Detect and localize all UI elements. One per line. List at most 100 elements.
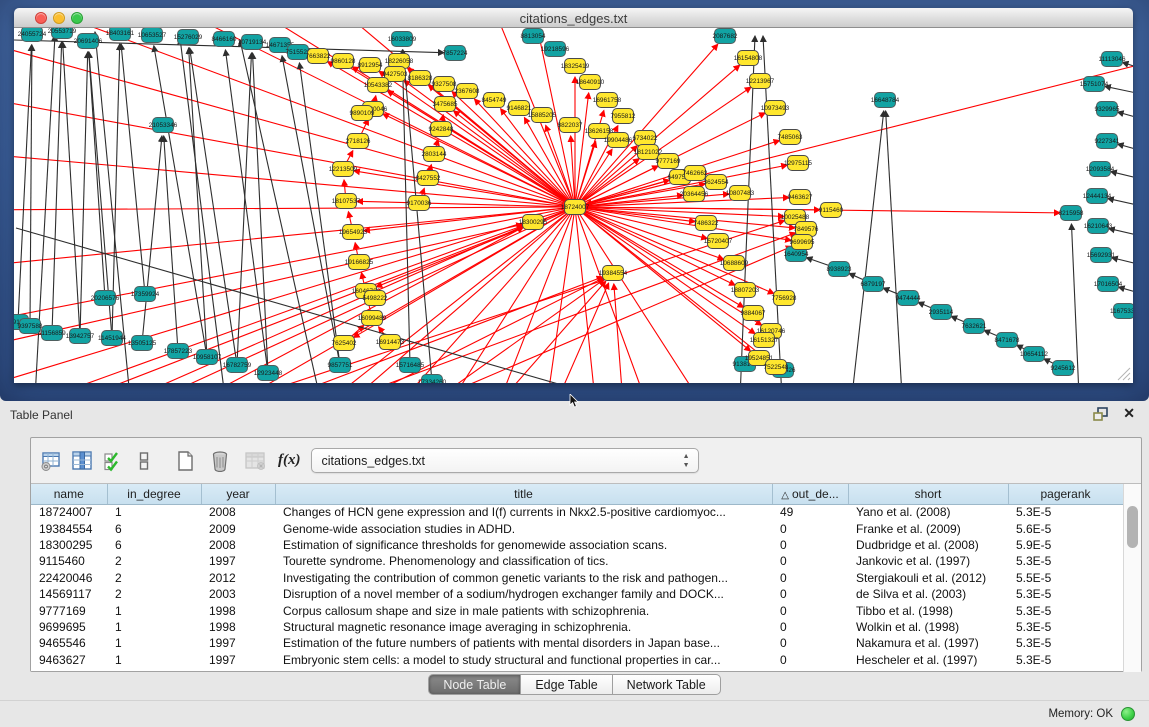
table-cell[interactable]: Franke et al. (2009) <box>848 520 1008 536</box>
network-node[interactable]: 9860128 <box>331 54 356 69</box>
table-cell[interactable]: 1997 <box>201 553 275 569</box>
column-header-name[interactable]: name <box>31 484 107 504</box>
citation-edge-black[interactable] <box>240 40 320 383</box>
citation-edge-red[interactable] <box>575 159 639 207</box>
table-cell[interactable]: 5.3E-5 <box>1008 586 1123 602</box>
network-node[interactable]: 18724007 <box>561 200 590 215</box>
table-cell[interactable]: 9777169 <box>31 602 107 618</box>
network-node[interactable]: 7663822 <box>306 49 331 64</box>
row-height-icon[interactable] <box>132 449 156 473</box>
network-node[interactable]: 2803144 <box>422 147 447 162</box>
citation-edge-red[interactable] <box>575 207 795 228</box>
network-node[interactable]: 16154808 <box>734 51 763 66</box>
network-node[interactable]: 10688609 <box>720 256 749 271</box>
table-cell[interactable]: 5.5E-5 <box>1008 570 1123 586</box>
table-cell[interactable]: Corpus callosum shape and size in male p… <box>275 602 772 618</box>
network-node[interactable]: 13505125 <box>128 336 157 351</box>
table-cell[interactable]: 0 <box>772 586 848 602</box>
table-cell[interactable]: 2 <box>107 586 201 602</box>
network-node[interactable]: 9890109 <box>350 106 375 121</box>
network-node[interactable]: 5498222 <box>363 291 388 306</box>
network-node[interactable]: 19384554 <box>599 266 628 281</box>
table-cell[interactable]: 1998 <box>201 602 275 618</box>
table-cell[interactable]: 9465546 <box>31 635 107 651</box>
memory-status-indicator[interactable] <box>1121 707 1135 721</box>
table-cell[interactable]: 6 <box>107 520 201 536</box>
table-cell[interactable]: Estimation of significance thresholds fo… <box>275 537 772 553</box>
network-node[interactable]: 9115460 <box>819 203 844 218</box>
network-node[interactable]: 15716485 <box>396 358 425 373</box>
citation-edge-red[interactable] <box>575 207 720 383</box>
table-cell[interactable]: Stergiakouli et al. (2012) <box>848 570 1008 586</box>
network-node[interactable]: 9170036 <box>407 196 432 211</box>
network-node[interactable]: 9242848 <box>429 122 454 137</box>
table-cell[interactable]: 0 <box>772 619 848 635</box>
network-node[interactable]: 8471678 <box>995 333 1020 348</box>
network-node[interactable]: 16210643 <box>1084 219 1113 234</box>
network-node[interactable]: 17016504 <box>1094 277 1123 292</box>
table-scrollbar-thumb[interactable] <box>1127 506 1138 548</box>
float-panel-icon[interactable] <box>1093 407 1109 421</box>
network-node[interactable]: 9329965 <box>1095 102 1120 117</box>
close-panel-icon[interactable]: ✕ <box>1123 405 1135 422</box>
table-cell[interactable]: 2009 <box>201 520 275 536</box>
column-header-title[interactable]: title <box>275 484 772 504</box>
network-node[interactable]: 19218596 <box>541 42 570 57</box>
table-cell[interactable]: 9463627 <box>31 652 107 668</box>
network-node[interactable]: 12093584 <box>1086 162 1115 177</box>
table-cell[interactable]: 2008 <box>201 504 275 520</box>
table-row[interactable]: 946362711997Embryonic stem cells: a mode… <box>31 652 1123 668</box>
citation-edge-black[interactable] <box>1105 86 1133 95</box>
citation-edge-black[interactable] <box>1108 198 1133 207</box>
table-cell[interactable]: 0 <box>772 652 848 668</box>
citation-edge-black[interactable] <box>253 53 268 373</box>
network-node[interactable]: 16648784 <box>871 93 900 108</box>
table-cell[interactable]: 0 <box>772 537 848 553</box>
network-node[interactable]: 7632621 <box>962 319 987 334</box>
table-cell[interactable]: Hescheler et al. (1997) <box>848 652 1008 668</box>
network-node[interactable]: 20364456 <box>680 187 709 202</box>
column-header-in_degree[interactable]: in_degree <box>107 484 201 504</box>
citation-edge-red[interactable] <box>575 207 600 383</box>
table-cell[interactable]: 9699695 <box>31 619 107 635</box>
table-cell[interactable]: Genome-wide association studies in ADHD. <box>275 520 772 536</box>
table-cell[interactable]: 1 <box>107 602 201 618</box>
citation-edge-red[interactable] <box>586 58 1133 204</box>
network-node[interactable]: 17359924 <box>131 287 160 302</box>
network-node[interactable]: 12444134 <box>1083 189 1112 204</box>
table-cell[interactable]: 1 <box>107 635 201 651</box>
network-node[interactable]: 12975115 <box>784 156 812 171</box>
citation-edge-black[interactable] <box>30 45 32 326</box>
network-node[interactable]: 12923448 <box>254 366 283 381</box>
network-node[interactable]: 9474444 <box>896 291 921 306</box>
table-row[interactable]: 2242004622012Investigating the contribut… <box>31 570 1123 586</box>
network-node[interactable]: 18807203 <box>731 283 760 298</box>
network-node[interactable]: 9245612 <box>1051 361 1076 376</box>
citation-edge-black[interactable] <box>852 111 884 383</box>
network-node[interactable]: 17334260 <box>418 375 447 384</box>
network-window-titlebar[interactable]: citations_edges.txt <box>14 8 1133 28</box>
network-node[interactable]: 3624554 <box>704 175 729 190</box>
citation-edge-black[interactable] <box>886 111 902 383</box>
network-node[interactable]: 9777169 <box>656 154 681 169</box>
new-table-icon[interactable] <box>173 449 197 473</box>
network-node[interactable]: 18403161 <box>106 28 135 41</box>
network-node[interactable]: 16033809 <box>388 32 417 47</box>
network-node[interactable]: 10543382 <box>364 78 393 93</box>
table-cell[interactable]: Tourette syndrome. Phenomenology and cla… <box>275 553 772 569</box>
table-cell[interactable]: 5.3E-5 <box>1008 553 1123 569</box>
network-node[interactable]: 10973493 <box>761 101 790 116</box>
table-cell[interactable]: 1997 <box>201 635 275 651</box>
delete-table-icon[interactable] <box>208 449 232 473</box>
table-cell[interactable]: Tibbo et al. (1998) <box>848 602 1008 618</box>
column-header-year[interactable]: year <box>201 484 275 504</box>
network-node[interactable]: 8938923 <box>827 262 852 277</box>
network-node[interactable]: 17857223 <box>164 344 193 359</box>
table-cell[interactable]: Wolkin et al. (1998) <box>848 619 1008 635</box>
table-cell[interactable]: 0 <box>772 553 848 569</box>
network-node[interactable]: 2367608 <box>455 84 480 99</box>
citation-edge-black[interactable] <box>225 50 268 373</box>
table-cell[interactable]: 2008 <box>201 537 275 553</box>
network-node[interactable]: 10719134 <box>238 35 267 50</box>
network-node[interactable]: 10958107 <box>193 350 222 365</box>
